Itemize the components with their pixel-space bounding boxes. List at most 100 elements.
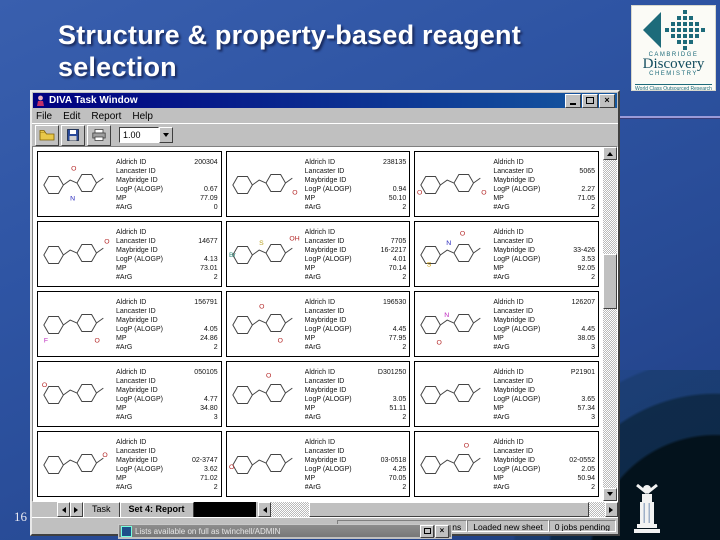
property-row: Maybridge ID (305, 386, 407, 395)
reagent-cell[interactable]: O Aldrich ID D301250 Lancaster ID Maybridge… (225, 361, 411, 427)
property-row: LogP (ALOGP) 0.94 (305, 185, 407, 194)
property-list: Aldrich ID Lancaster ID Maybridge ID 02-055… (493, 435, 598, 494)
property-row: Aldrich ID 196530 (305, 298, 407, 307)
reagent-cell[interactable]: Aldrich ID P21901 Lancaster ID Maybridge ID… (414, 361, 599, 427)
menu-help[interactable]: Help (132, 111, 153, 122)
window-title: DIVA Task Window (49, 95, 138, 106)
vertical-scrollbar[interactable] (603, 147, 617, 501)
reagent-cell[interactable]: ON Aldrich ID 200304 Lancaster ID Maybridge… (37, 151, 222, 217)
print-button[interactable] (87, 124, 111, 146)
reagent-cell[interactable]: O Aldrich ID Lancaster ID Maybridge ID 02-3… (37, 431, 222, 497)
svg-text:S: S (259, 240, 264, 247)
menu-edit[interactable]: Edit (63, 111, 80, 122)
property-list: Aldrich ID 196530 Lancaster ID Maybridge ID… (305, 295, 410, 354)
maximize-button[interactable] (582, 93, 598, 108)
property-label: Aldrich ID (493, 158, 524, 166)
reagent-cell[interactable]: O Aldrich ID Lancaster ID Maybridge ID 03-0… (225, 431, 411, 497)
page-number: 16 (14, 509, 27, 524)
property-value: 156791 (194, 298, 218, 306)
reagent-cell[interactable]: Br S OH Aldrich ID Lancaster ID 7705 Maybridg… (225, 221, 411, 287)
property-value: 3.62 (204, 465, 218, 473)
property-row: Aldrich ID 050105 (116, 368, 218, 377)
svg-text:N: N (445, 312, 450, 319)
property-value (215, 246, 218, 255)
reagent-cell[interactable]: NO Aldrich ID 126207 Lancaster ID Maybridge… (414, 291, 599, 357)
horizontal-scrollbar[interactable] (257, 502, 618, 517)
reagent-cell[interactable]: O Aldrich ID Lancaster ID 14677 Maybridge I… (37, 221, 222, 287)
zoom-dropdown-button[interactable] (159, 127, 173, 143)
property-row: #ArG 2 (116, 343, 218, 352)
property-row: #ArG 2 (116, 273, 218, 282)
property-row: Lancaster ID (493, 377, 595, 386)
background-close-button[interactable]: × (435, 524, 449, 538)
tab-task[interactable]: Task (83, 502, 120, 517)
reagent-cell[interactable]: O Aldrich ID 238135 Lancaster ID Maybridge … (225, 151, 411, 217)
property-label: #ArG (493, 273, 510, 281)
property-label: MP (493, 404, 504, 412)
property-label: Lancaster ID (493, 307, 534, 315)
property-row: #ArG 2 (493, 483, 595, 492)
property-label: MP (493, 264, 504, 272)
molecule-structure: O (229, 454, 293, 474)
property-label: MP (493, 474, 504, 482)
menu-file[interactable]: File (36, 111, 52, 122)
svg-text:O: O (266, 372, 271, 379)
tab-scroll-right-button[interactable] (70, 502, 83, 517)
property-label: LogP (ALOGP) (116, 395, 163, 403)
menu-bar: File Edit Report Help (32, 109, 618, 123)
scroll-up-button[interactable] (603, 147, 617, 160)
menu-report[interactable]: Report (91, 111, 121, 122)
property-label: LogP (ALOGP) (116, 185, 163, 193)
reagent-cell[interactable]: OO Aldrich ID Lancaster ID 5065 Maybridge I… (414, 151, 599, 217)
app-icon (37, 95, 44, 106)
property-label: Aldrich ID (304, 368, 335, 376)
minimize-icon (570, 102, 576, 105)
property-row: Aldrich ID (116, 438, 218, 447)
property-list: Aldrich ID P21901 Lancaster ID Maybridge ID… (493, 365, 598, 424)
property-label: Maybridge ID (304, 456, 347, 464)
property-label: MP (493, 194, 504, 202)
background-maximize-button[interactable] (420, 524, 434, 538)
scroll-left-button[interactable] (257, 502, 271, 517)
minimize-button[interactable] (565, 93, 581, 108)
open-button[interactable] (35, 124, 59, 146)
zoom-combobox[interactable]: 1.00 (119, 127, 173, 143)
background-window-titlebar[interactable]: Lists available on full as twinchell/ADM… (118, 524, 452, 539)
reagent-cell[interactable]: OO Aldrich ID 196530 Lancaster ID Maybridge… (225, 291, 411, 357)
property-row: LogP (ALOGP) 3.65 (493, 395, 595, 404)
tab-set-4-report[interactable]: Set 4: Report (119, 502, 194, 517)
reagent-cell[interactable]: O Aldrich ID 050105 Lancaster ID Maybridge … (37, 361, 222, 427)
property-label: Aldrich ID (304, 298, 335, 306)
horizontal-scroll-thumb[interactable] (308, 502, 589, 517)
vertical-scroll-thumb[interactable] (603, 254, 617, 309)
save-button[interactable] (61, 124, 85, 146)
property-label: #ArG (116, 273, 133, 281)
vertical-scroll-track[interactable] (603, 160, 617, 488)
molecule-structure: Br S OH (229, 235, 299, 264)
property-value (215, 228, 218, 237)
tab-scroll-left-button[interactable] (57, 502, 70, 517)
reagent-cell[interactable]: N S O Aldrich ID Lancaster ID Maybridge ID 33… (414, 221, 599, 287)
property-row: MP 50.10 (305, 194, 407, 203)
horizontal-scroll-track[interactable] (270, 502, 605, 517)
scroll-down-button[interactable] (603, 488, 617, 501)
property-value: 16-2217 (380, 246, 407, 254)
property-label: LogP (ALOGP) (304, 185, 352, 193)
arrow-left-icon (260, 506, 267, 513)
arrow-right-icon (609, 506, 616, 513)
scroll-right-button[interactable] (605, 502, 618, 517)
svg-text:O: O (71, 165, 76, 172)
property-row: LogP (ALOGP) 2.05 (493, 465, 595, 474)
maximize-icon (423, 528, 431, 534)
close-button[interactable]: × (599, 93, 615, 108)
window-titlebar[interactable]: DIVA Task Window × (33, 93, 617, 108)
reagent-cell[interactable]: O Aldrich ID Lancaster ID Maybridge ID 02-0… (414, 431, 599, 497)
property-row: Lancaster ID (116, 447, 218, 456)
property-value: 0.94 (392, 185, 407, 193)
property-value (215, 377, 218, 386)
property-row: Maybridge ID 33-426 (493, 246, 595, 255)
property-row: Maybridge ID 03-0518 (305, 456, 407, 465)
svg-text:F: F (44, 338, 48, 345)
property-label: MP (116, 334, 127, 342)
reagent-cell[interactable]: FO Aldrich ID 156791 Lancaster ID Maybridge… (37, 291, 222, 357)
